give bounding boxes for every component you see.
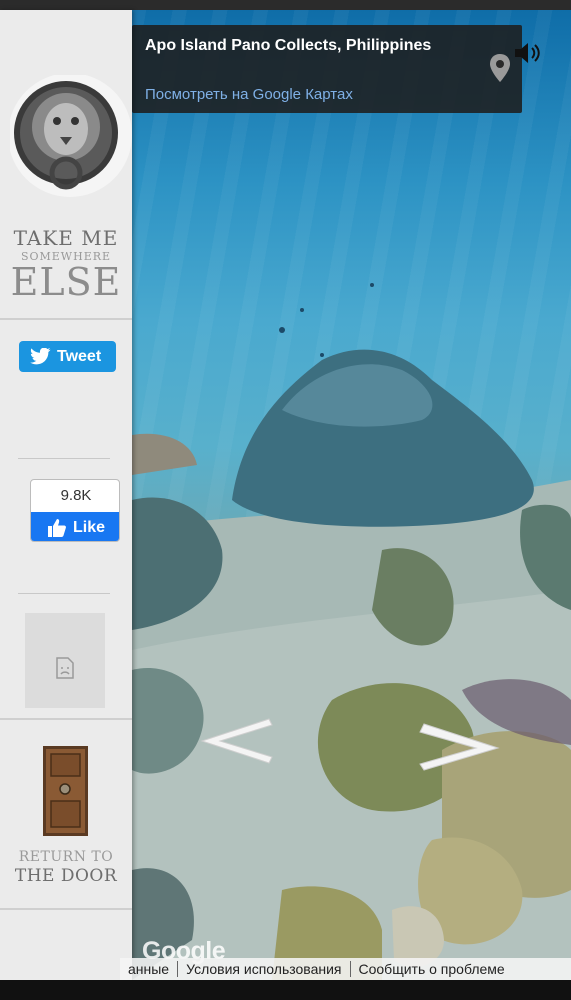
arrow-right-icon[interactable] — [414, 718, 506, 774]
broken-image-placeholder — [25, 613, 105, 708]
reef-scene — [132, 283, 571, 980]
like-label: Like — [72, 518, 105, 536]
bottom-bar — [0, 980, 571, 1000]
broken-image-icon — [56, 657, 74, 679]
thumbs-up-icon — [47, 518, 66, 537]
map-pin-icon[interactable] — [489, 53, 511, 83]
divider — [0, 318, 132, 320]
view-on-google-maps-link[interactable]: Посмотреть на Google Картах — [145, 86, 353, 103]
location-title: Apo Island Pano Collects, Philippines — [145, 37, 432, 54]
map-data-link[interactable]: анные — [120, 961, 177, 977]
divider — [0, 908, 132, 910]
lion-knocker-icon[interactable] — [10, 75, 134, 199]
report-problem-link[interactable]: Сообщить о проблеме — [351, 961, 513, 977]
divider — [18, 593, 110, 594]
door-icon[interactable] — [43, 746, 88, 836]
terms-link[interactable]: Условия использования — [178, 961, 349, 977]
twitter-bird-icon — [30, 347, 51, 364]
tweet-button[interactable]: Tweet — [19, 341, 116, 372]
take-me-line1[interactable]: TAKE ME — [0, 226, 132, 250]
divider — [18, 458, 110, 459]
return-to-label[interactable]: RETURN TO — [0, 849, 132, 865]
tweet-label: Tweet — [57, 347, 102, 365]
location-info-card: Apo Island Pano Collects, Philippines По… — [132, 25, 522, 113]
facebook-like-widget[interactable]: 9.8K Like — [30, 479, 120, 542]
arrow-left-icon[interactable] — [194, 713, 280, 769]
divider — [0, 718, 132, 720]
street-view-panorama[interactable] — [132, 10, 571, 980]
speaker-icon[interactable] — [512, 40, 542, 66]
like-button[interactable]: Like — [31, 512, 119, 541]
the-door-label[interactable]: THE DOOR — [0, 866, 132, 886]
top-status-bar — [0, 0, 571, 10]
take-me-line3[interactable]: ELSE — [0, 260, 132, 304]
like-count: 9.8K — [60, 487, 92, 504]
map-footer: анные Условия использования Сообщить о п… — [120, 958, 571, 980]
